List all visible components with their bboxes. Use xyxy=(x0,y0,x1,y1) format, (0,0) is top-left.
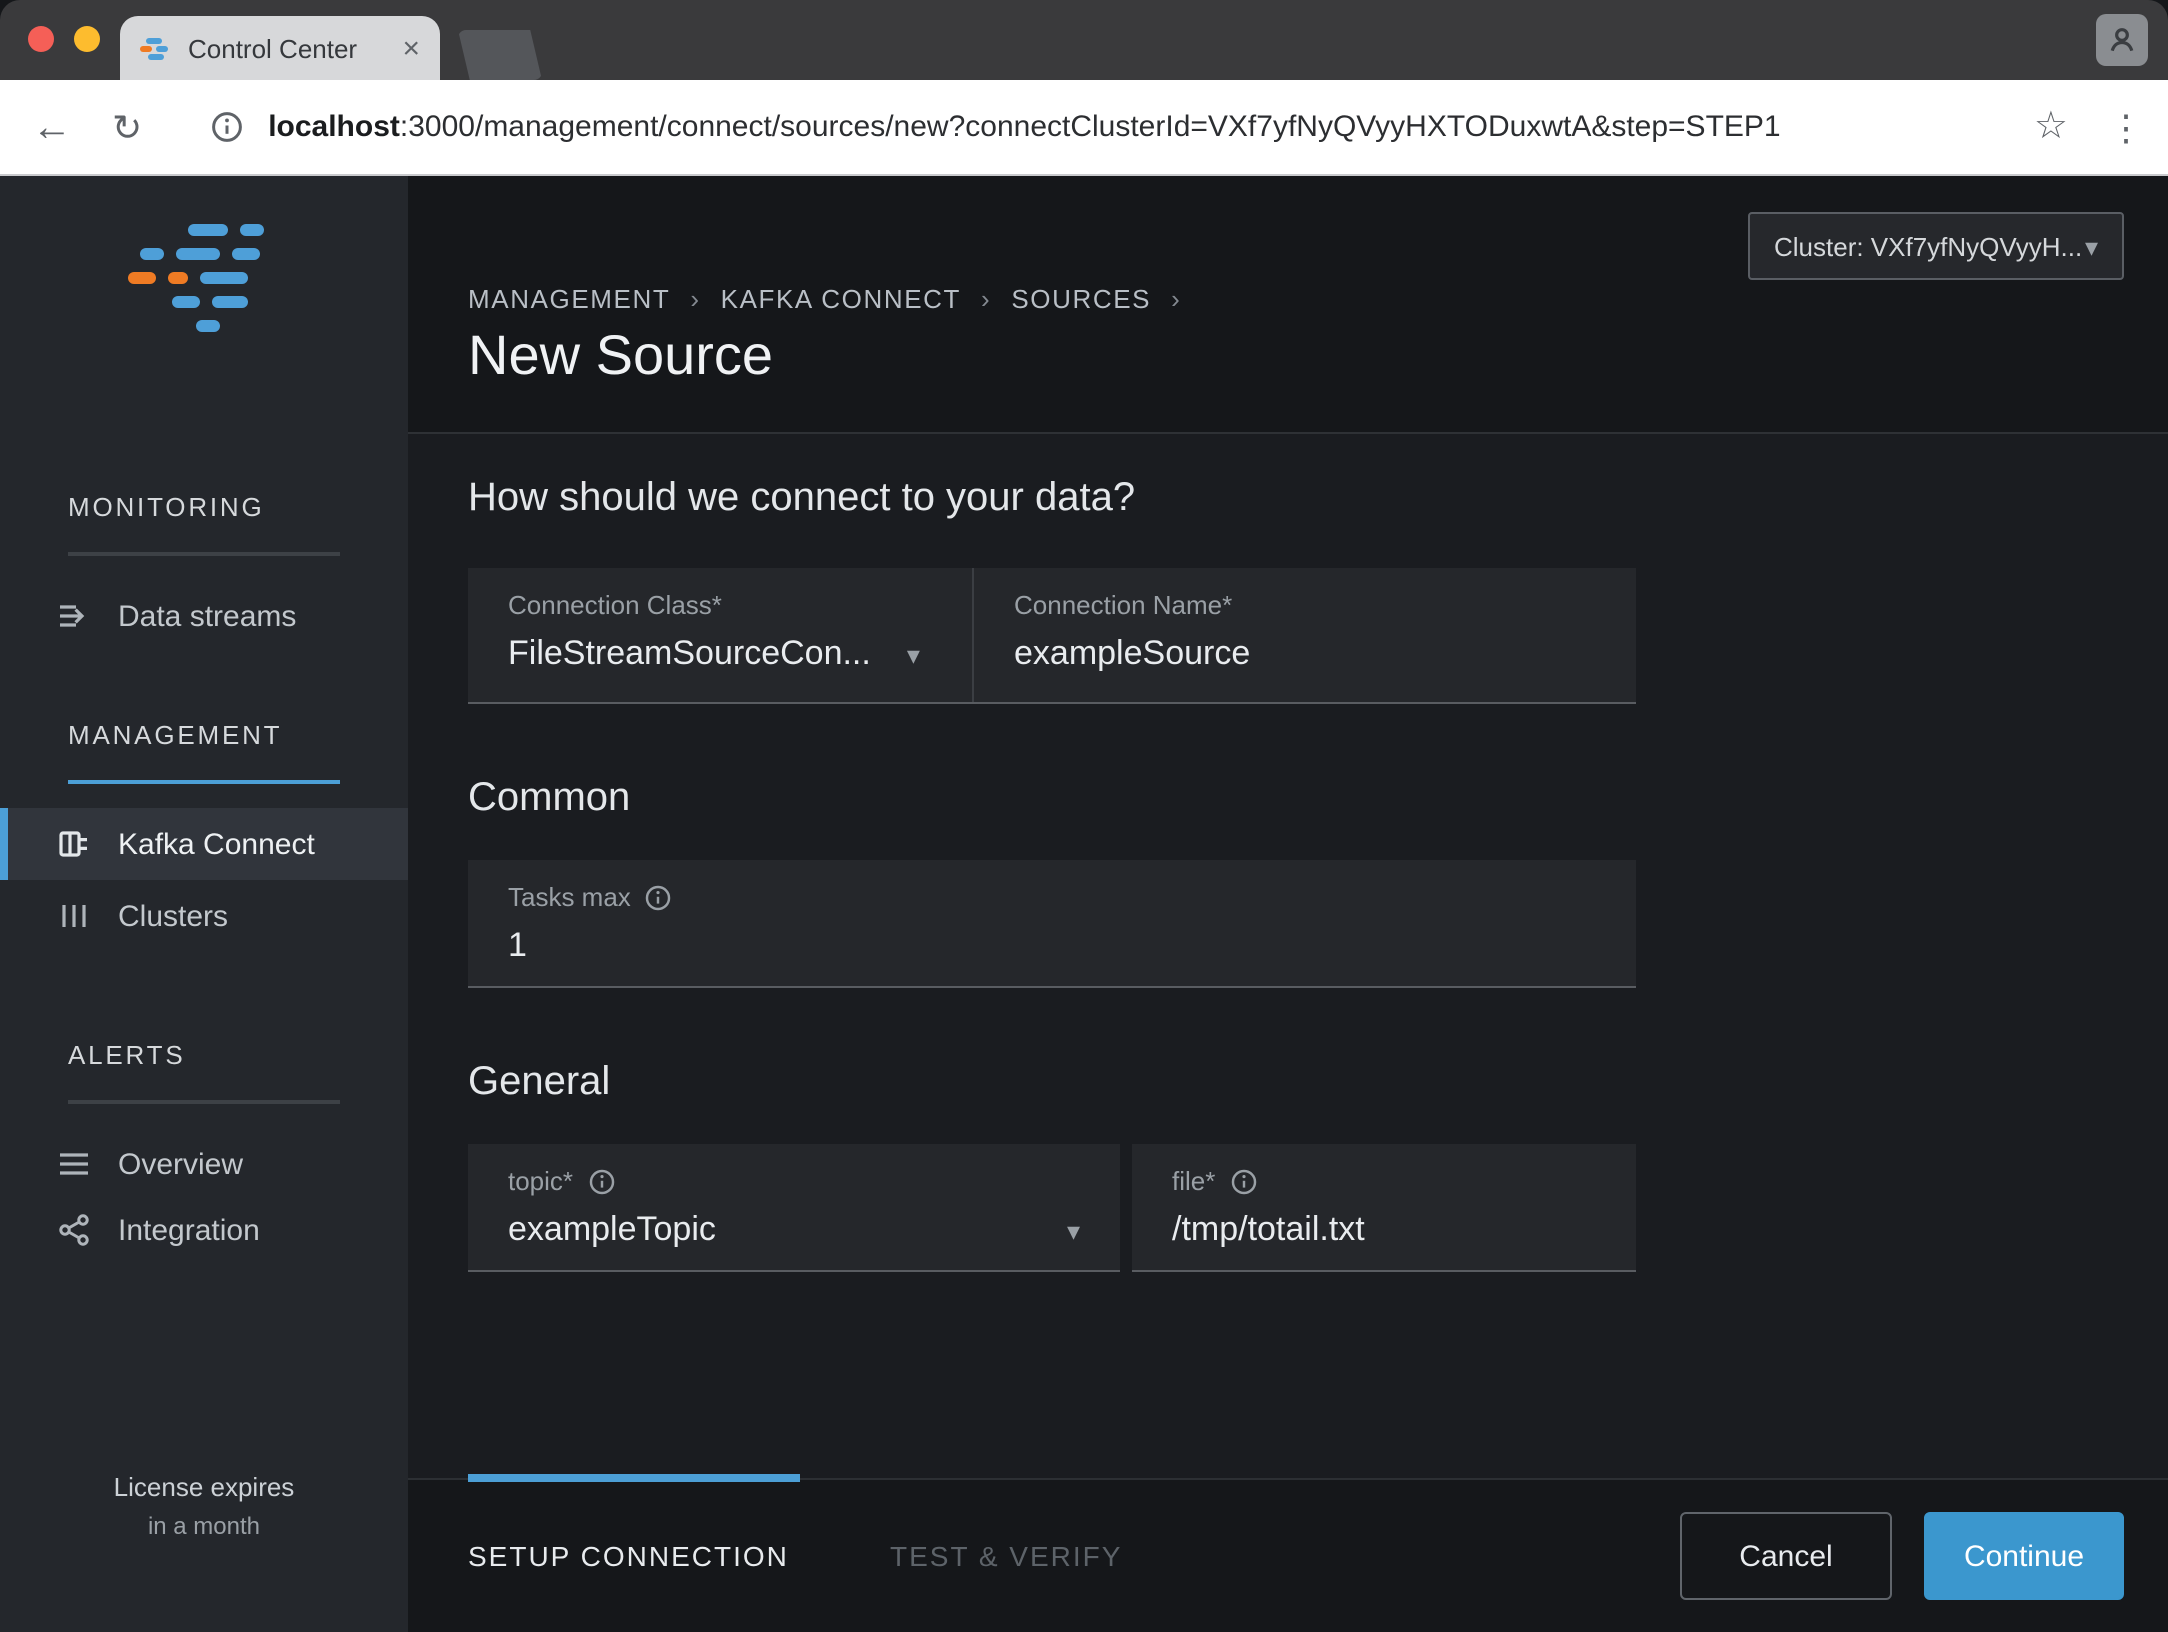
file-field[interactable]: file* /tmp/totail.txt xyxy=(1132,1144,1636,1270)
sidebar: MONITORING Data streams MANAGEMENT Kafka… xyxy=(0,176,408,1632)
sidebar-item-label: Overview xyxy=(118,1147,243,1181)
clusters-icon xyxy=(56,898,92,934)
info-icon[interactable] xyxy=(645,883,673,911)
step-tab-setup-connection[interactable]: SETUP CONNECTION xyxy=(468,1540,789,1572)
browser-tab[interactable]: Control Center × xyxy=(120,16,440,80)
overview-list-icon xyxy=(56,1146,92,1182)
connection-name-label: Connection Name* xyxy=(1014,590,1596,620)
data-streams-icon xyxy=(56,598,92,634)
tab-strip: Control Center × xyxy=(0,0,2168,80)
confluent-favicon-icon xyxy=(140,36,172,60)
browser-window: Control Center × ← ↻ localhost:3000/mana… xyxy=(0,0,2168,1632)
tasks-max-panel: Tasks max 1 xyxy=(468,860,1636,988)
license-line2: in a month xyxy=(0,1512,408,1540)
breadcrumb: MANAGEMENT › KAFKA CONNECT › SOURCES › xyxy=(468,284,1181,314)
kafka-connect-icon xyxy=(56,826,92,862)
license-line1: License expires xyxy=(0,1472,408,1502)
connect-question-heading: How should we connect to your data? xyxy=(468,476,1135,522)
cluster-selector-dropdown[interactable]: Cluster: VXf7yfNyQVyyH... ▾ xyxy=(1748,212,2124,280)
divider xyxy=(68,1100,340,1104)
topic-panel: topic* exampleTopic ▾ xyxy=(468,1144,1120,1272)
topic-field[interactable]: topic* exampleTopic ▾ xyxy=(468,1144,1120,1270)
connection-class-field[interactable]: Connection Class* FileStreamSourceCon...… xyxy=(468,568,972,702)
general-section-heading: General xyxy=(468,1060,610,1106)
connection-name-value: exampleSource xyxy=(1014,634,1250,674)
chevron-down-icon: ▾ xyxy=(1067,1217,1080,1243)
new-tab-button[interactable] xyxy=(458,30,542,80)
browser-profile-button[interactable] xyxy=(2096,14,2148,66)
close-window-button[interactable] xyxy=(28,26,54,52)
sidebar-item-label: Clusters xyxy=(118,899,228,933)
sidebar-section-management: MANAGEMENT xyxy=(68,720,282,750)
breadcrumb-management[interactable]: MANAGEMENT xyxy=(468,284,670,314)
sidebar-item-label: Data streams xyxy=(118,599,296,633)
tasks-max-value: 1 xyxy=(508,926,527,966)
page-info-icon[interactable] xyxy=(210,110,244,144)
sidebar-item-label: Kafka Connect xyxy=(118,827,315,861)
bookmark-star-icon[interactable]: ☆ xyxy=(2034,108,2068,146)
chevron-down-icon: ▾ xyxy=(2085,233,2098,259)
topic-value: exampleTopic xyxy=(508,1210,716,1250)
sidebar-item-overview[interactable]: Overview xyxy=(0,1132,408,1196)
step-tab-test-verify[interactable]: TEST & VERIFY xyxy=(890,1540,1122,1572)
breadcrumb-kafka-connect[interactable]: KAFKA CONNECT xyxy=(721,284,961,314)
browser-toolbar: ← ↻ localhost:3000/management/connect/so… xyxy=(0,80,2168,176)
breadcrumb-separator: › xyxy=(690,284,700,314)
chevron-down-icon: ▾ xyxy=(907,641,920,667)
sidebar-item-label: Integration xyxy=(118,1213,260,1247)
continue-button[interactable]: Continue xyxy=(1924,1512,2124,1600)
tasks-max-field[interactable]: Tasks max 1 xyxy=(468,860,1636,986)
page-title: New Source xyxy=(468,324,773,388)
integration-icon xyxy=(56,1212,92,1248)
person-icon xyxy=(2106,24,2138,56)
file-label: file* xyxy=(1172,1166,1215,1196)
cancel-button[interactable]: Cancel xyxy=(1680,1512,1892,1600)
cluster-selector-label: Cluster: VXf7yfNyQVyyH... xyxy=(1774,231,2082,261)
minimize-window-button[interactable] xyxy=(74,26,100,52)
common-section-heading: Common xyxy=(468,776,630,822)
divider-active xyxy=(68,780,340,784)
sidebar-section-alerts: ALERTS xyxy=(68,1040,186,1070)
close-tab-icon[interactable]: × xyxy=(402,33,420,63)
reload-icon[interactable]: ↻ xyxy=(112,109,142,145)
address-bar[interactable]: localhost:3000/management/connect/source… xyxy=(268,110,2034,144)
url-host: localhost xyxy=(268,110,400,144)
tasks-max-label: Tasks max xyxy=(508,882,631,912)
breadcrumb-separator: › xyxy=(1171,284,1181,314)
main-content: Cluster: VXf7yfNyQVyyH... ▾ MANAGEMENT ›… xyxy=(408,176,2168,1632)
url-path: :3000/management/connect/sources/new?con… xyxy=(400,110,1781,144)
back-icon[interactable]: ← xyxy=(32,107,72,147)
confluent-logo-icon xyxy=(128,224,280,336)
connection-name-field[interactable]: Connection Name* exampleSource xyxy=(974,568,1636,702)
license-notice: License expires in a month xyxy=(0,1472,408,1540)
sidebar-item-data-streams[interactable]: Data streams xyxy=(0,584,408,648)
divider xyxy=(68,552,340,556)
info-icon[interactable] xyxy=(1229,1167,1257,1195)
wizard-footer: SETUP CONNECTION TEST & VERIFY Cancel Co… xyxy=(408,1478,2168,1632)
breadcrumb-separator: › xyxy=(981,284,991,314)
sidebar-item-integration[interactable]: Integration xyxy=(0,1196,408,1264)
tab-title: Control Center xyxy=(188,33,402,63)
step-progress-indicator xyxy=(468,1474,800,1482)
browser-menu-icon[interactable]: ⋮ xyxy=(2108,109,2144,145)
connection-class-value: FileStreamSourceCon... xyxy=(508,634,871,674)
file-panel: file* /tmp/totail.txt xyxy=(1132,1144,1636,1272)
sidebar-section-monitoring: MONITORING xyxy=(68,492,265,522)
topic-label: topic* xyxy=(508,1166,573,1196)
file-value: /tmp/totail.txt xyxy=(1172,1210,1365,1250)
sidebar-item-kafka-connect[interactable]: Kafka Connect xyxy=(0,808,408,880)
breadcrumb-sources[interactable]: SOURCES xyxy=(1011,284,1151,314)
connection-panel: Connection Class* FileStreamSourceCon...… xyxy=(468,568,1636,704)
control-center-app: MONITORING Data streams MANAGEMENT Kafka… xyxy=(0,176,2168,1632)
connection-class-label: Connection Class* xyxy=(508,590,932,620)
info-icon[interactable] xyxy=(587,1167,615,1195)
sidebar-item-clusters[interactable]: Clusters xyxy=(0,880,408,952)
